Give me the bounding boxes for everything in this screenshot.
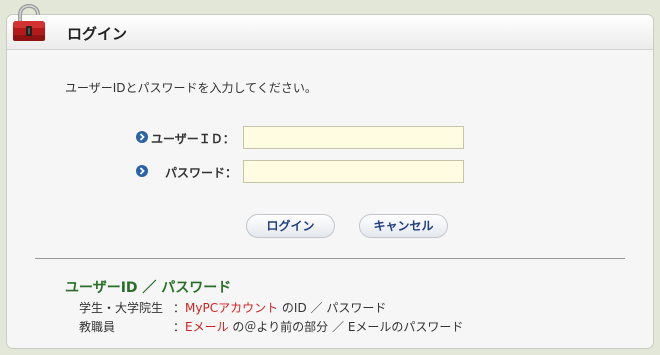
divider bbox=[35, 258, 625, 259]
arrow-bullet-icon bbox=[136, 165, 148, 177]
password-label: パスワード： bbox=[165, 166, 238, 180]
info-label: 学生・大学院生 bbox=[79, 301, 164, 315]
mypc-account-link: MyPCアカウント bbox=[185, 301, 279, 315]
info-title: ユーザーID ／ パスワード bbox=[65, 280, 232, 296]
info-value: ：MyPCアカウント のID ／ パスワード bbox=[173, 301, 387, 315]
email-link: Eメール bbox=[185, 320, 229, 334]
instruction-text: ユーザーIDとパスワードを入力してください。 bbox=[65, 81, 317, 95]
info-label: 教職員 bbox=[79, 320, 116, 334]
page-title: ログイン bbox=[67, 25, 128, 43]
arrow-bullet-icon bbox=[136, 131, 148, 143]
password-input[interactable] bbox=[243, 160, 464, 183]
padlock-icon bbox=[13, 4, 45, 41]
panel-header: ログイン bbox=[7, 15, 653, 50]
cancel-button[interactable]: キャンセル bbox=[359, 214, 448, 238]
userid-label: ユーザーＩＤ： bbox=[151, 132, 235, 146]
login-panel: ログイン ユーザーIDとパスワードを入力してください。 ユーザーＩＤ： パスワー… bbox=[6, 14, 654, 349]
info-value: ：Eメール の＠より前の部分 ／ Eメールのパスワード bbox=[173, 320, 464, 334]
login-button[interactable]: ログイン bbox=[246, 214, 335, 238]
userid-input[interactable] bbox=[243, 126, 464, 149]
